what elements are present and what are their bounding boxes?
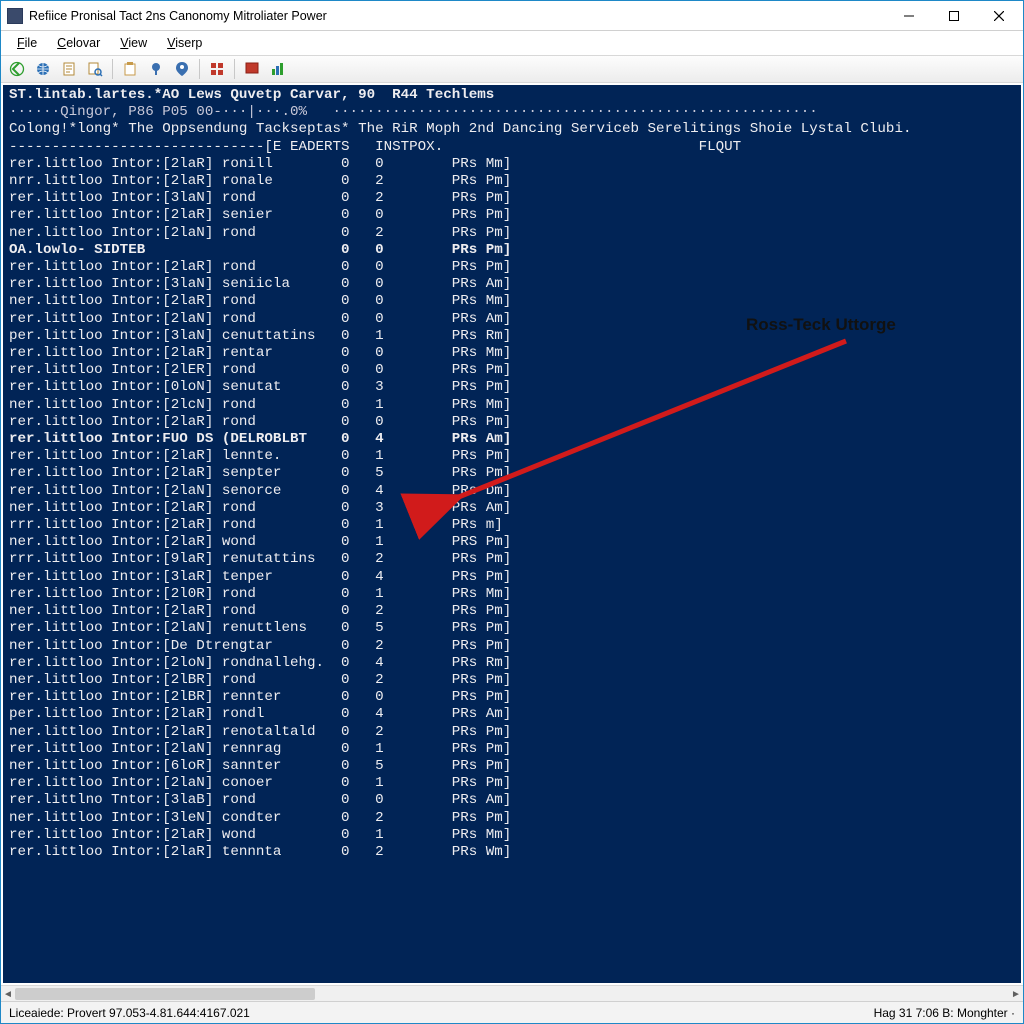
- app-window: Refiice Pronisal Tact 2ns Canonomy Mitro…: [0, 0, 1024, 1024]
- statusbar: Liceaiede: Provert 97.053-4.81.644:4167.…: [1, 1001, 1023, 1023]
- paste-icon[interactable]: [118, 58, 142, 80]
- menu-file[interactable]: File: [7, 33, 47, 53]
- menu-viserp[interactable]: Viserp: [157, 33, 212, 53]
- menu-view[interactable]: View: [110, 33, 157, 53]
- doc-search-icon[interactable]: [83, 58, 107, 80]
- back-icon[interactable]: [5, 58, 29, 80]
- doc-icon[interactable]: [57, 58, 81, 80]
- toolbar-separator: [199, 59, 200, 79]
- globe-icon[interactable]: [31, 58, 55, 80]
- status-left: Liceaiede: Provert 97.053-4.81.644:4167.…: [9, 1006, 874, 1020]
- app-icon: [7, 8, 23, 24]
- marker-icon[interactable]: [170, 58, 194, 80]
- minimize-button[interactable]: [886, 2, 931, 30]
- window-title: Refiice Pronisal Tact 2ns Canonomy Mitro…: [29, 9, 886, 23]
- pin-icon[interactable]: [144, 58, 168, 80]
- menubar: FileCelovarViewViserp: [1, 31, 1023, 55]
- maximize-button[interactable]: [931, 2, 976, 30]
- toolbar-separator: [234, 59, 235, 79]
- scroll-right-icon[interactable]: ►: [1009, 986, 1023, 1002]
- toolbar: [1, 55, 1023, 83]
- console-area: ST.lintab.lartes.*AO Lews Quvetp Carvar,…: [1, 83, 1023, 985]
- horizontal-scrollbar[interactable]: ◄ ►: [1, 985, 1023, 1001]
- titlebar: Refiice Pronisal Tact 2ns Canonomy Mitro…: [1, 1, 1023, 31]
- scroll-thumb[interactable]: [15, 988, 315, 1000]
- console-output[interactable]: ST.lintab.lartes.*AO Lews Quvetp Carvar,…: [3, 85, 1021, 983]
- flag-icon[interactable]: [240, 58, 264, 80]
- status-right: Hag 31 7:06 B: Monghter ·: [874, 1006, 1015, 1020]
- chart-icon[interactable]: [266, 58, 290, 80]
- close-button[interactable]: [976, 2, 1021, 30]
- grid-icon[interactable]: [205, 58, 229, 80]
- toolbar-separator: [112, 59, 113, 79]
- menu-celovar[interactable]: Celovar: [47, 33, 110, 53]
- window-controls: [886, 2, 1021, 30]
- scroll-left-icon[interactable]: ◄: [1, 986, 15, 1002]
